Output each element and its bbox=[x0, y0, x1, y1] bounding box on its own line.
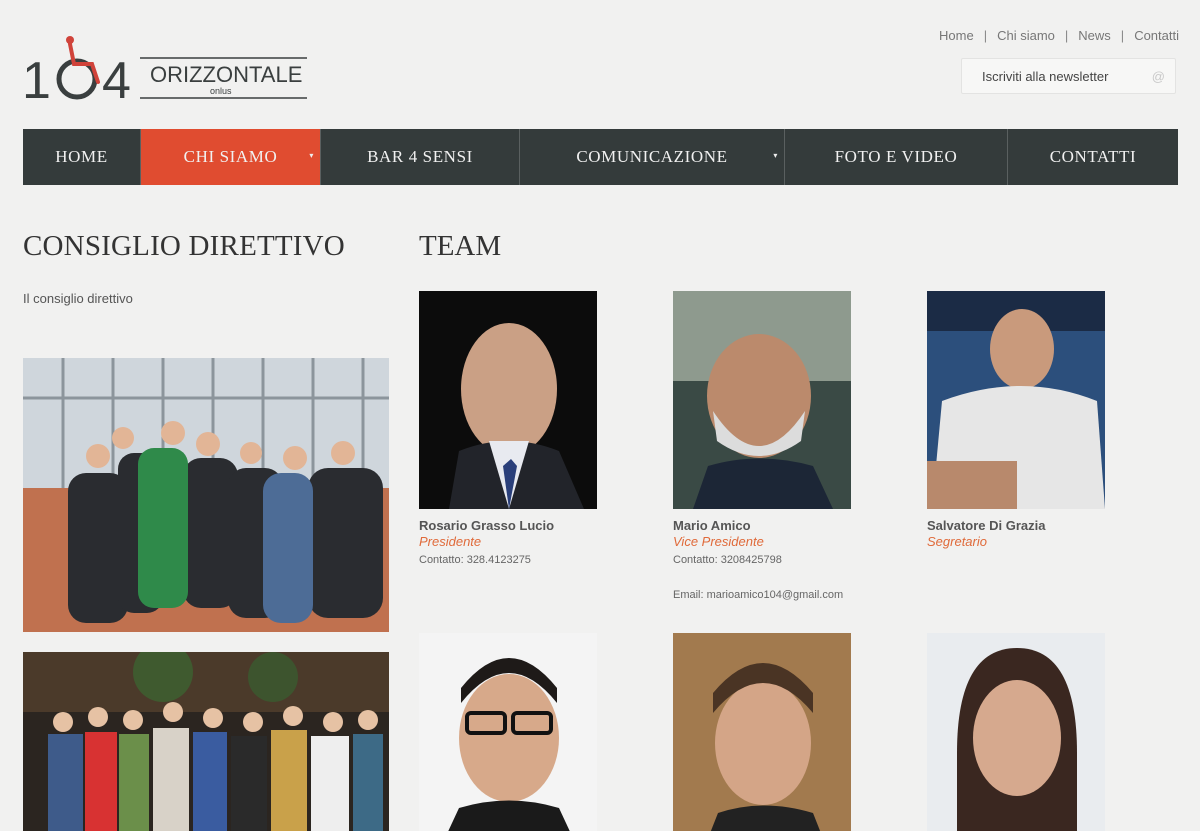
logo-sub: onlus bbox=[210, 86, 232, 96]
member-photo[interactable] bbox=[419, 633, 597, 831]
nav-item-foto-e-video[interactable]: FOTO E VIDEO bbox=[785, 129, 1008, 185]
nav-item-contatti[interactable]: CONTATTI bbox=[1008, 129, 1178, 185]
top-link-home[interactable]: Home bbox=[939, 28, 974, 43]
nav-item-bar-4-sensi[interactable]: BAR 4 SENSI bbox=[321, 129, 520, 185]
member-role: Vice Presidente bbox=[673, 534, 764, 549]
member-photo[interactable] bbox=[673, 291, 851, 509]
team-member bbox=[419, 633, 649, 831]
top-link-news[interactable]: News bbox=[1078, 28, 1111, 43]
member-contact: Contatto: 3208425798 bbox=[673, 554, 782, 566]
top-link-chi-siamo[interactable]: Chi siamo bbox=[997, 28, 1055, 43]
member-photo[interactable] bbox=[419, 291, 597, 509]
nav-label: CHI SIAMO bbox=[183, 147, 278, 166]
top-links: Home | Chi siamo | News | Contatti bbox=[939, 28, 1179, 43]
separator: | bbox=[1064, 28, 1069, 43]
at-icon: @ bbox=[1151, 69, 1165, 84]
separator: | bbox=[983, 28, 988, 43]
member-name: Mario Amico bbox=[673, 518, 751, 533]
logo-digit-1: 1 bbox=[22, 52, 51, 106]
caret-down-icon: ▾ bbox=[773, 151, 778, 160]
nav-item-chi-siamo[interactable]: CHI SIAMO ▾ bbox=[141, 129, 321, 185]
nav-label: COMUNICAZIONE bbox=[576, 147, 728, 166]
member-photo[interactable] bbox=[927, 291, 1105, 509]
team-member: Mario Amico Vice Presidente Contatto: 32… bbox=[673, 291, 903, 601]
section-heading-team: TEAM bbox=[419, 230, 502, 262]
nav-item-home[interactable]: HOME bbox=[23, 129, 141, 185]
newsletter-placeholder: Iscriviti alla newsletter bbox=[982, 68, 1109, 84]
separator: | bbox=[1120, 28, 1125, 43]
site-logo[interactable]: 1 4 ORIZZONTALE onlus bbox=[22, 34, 312, 106]
member-role: Presidente bbox=[419, 534, 482, 549]
member-name: Rosario Grasso Lucio bbox=[419, 518, 555, 533]
member-photo[interactable] bbox=[673, 633, 851, 831]
logo-digit-4: 4 bbox=[102, 52, 131, 106]
group-photo-1[interactable] bbox=[23, 358, 389, 632]
newsletter-input[interactable]: Iscriviti alla newsletter @ bbox=[961, 58, 1176, 94]
top-link-contatti[interactable]: Contatti bbox=[1134, 28, 1179, 43]
logo-wordmark: ORIZZONTALE bbox=[150, 62, 302, 87]
section-heading-consiglio: CONSIGLIO DIRETTIVO bbox=[23, 230, 345, 262]
team-member: Salvatore Di Grazia Segretario bbox=[927, 291, 1157, 549]
team-member bbox=[927, 633, 1157, 831]
intro-text: Il consiglio direttivo bbox=[23, 291, 133, 306]
main-nav: HOME CHI SIAMO ▾ BAR 4 SENSI COMUNICAZION… bbox=[23, 129, 1178, 185]
member-photo[interactable] bbox=[927, 633, 1105, 831]
member-email[interactable]: Email: marioamico104@gmail.com bbox=[673, 589, 903, 601]
member-name: Salvatore Di Grazia bbox=[927, 518, 1046, 533]
nav-label: FOTO E VIDEO bbox=[834, 147, 958, 166]
nav-item-comunicazione[interactable]: COMUNICAZIONE ▾ bbox=[520, 129, 785, 185]
caret-down-icon: ▾ bbox=[309, 151, 314, 160]
team-member bbox=[673, 633, 903, 831]
nav-label: BAR 4 SENSI bbox=[367, 147, 473, 166]
member-contact: Contatto: 328.4123275 bbox=[419, 554, 531, 566]
group-photo-2[interactable] bbox=[23, 652, 389, 831]
nav-label: CONTATTI bbox=[1049, 147, 1137, 166]
team-member: Rosario Grasso Lucio Presidente Contatto… bbox=[419, 291, 649, 566]
logo-head-icon bbox=[66, 36, 74, 44]
member-role: Segretario bbox=[927, 534, 987, 549]
nav-label: HOME bbox=[55, 147, 108, 166]
logo-wheel-icon bbox=[56, 58, 98, 100]
